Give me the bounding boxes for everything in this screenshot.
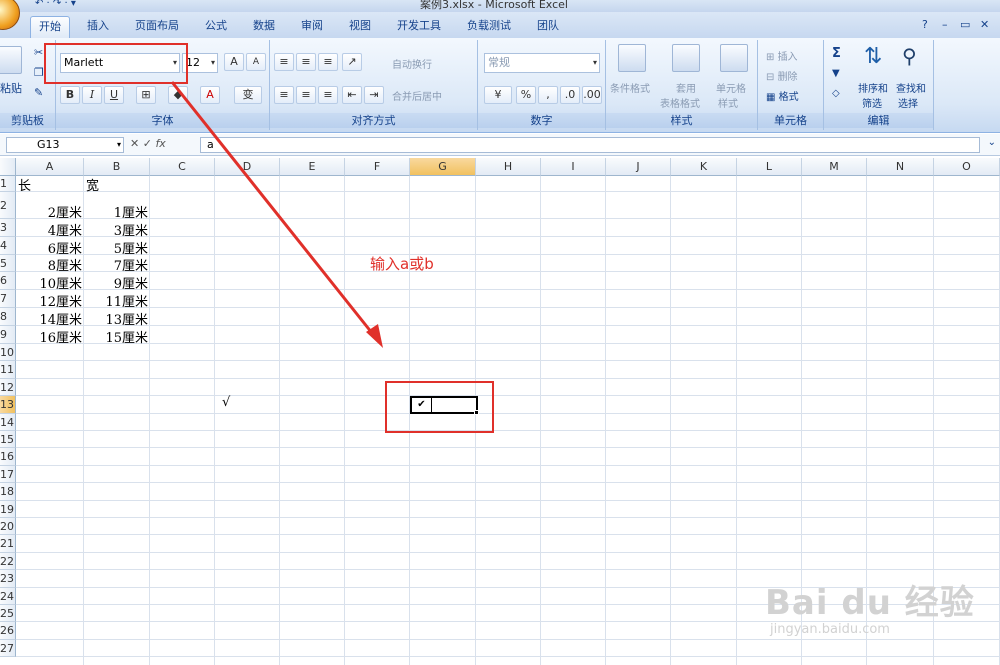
arrow-line [170, 81, 374, 334]
watermark-url: jingyan.baidu.com [770, 622, 890, 637]
baidu-watermark: Bai du 经验 [765, 583, 975, 623]
annotation-arrow [170, 81, 383, 348]
cell-highlight-box [385, 381, 494, 433]
